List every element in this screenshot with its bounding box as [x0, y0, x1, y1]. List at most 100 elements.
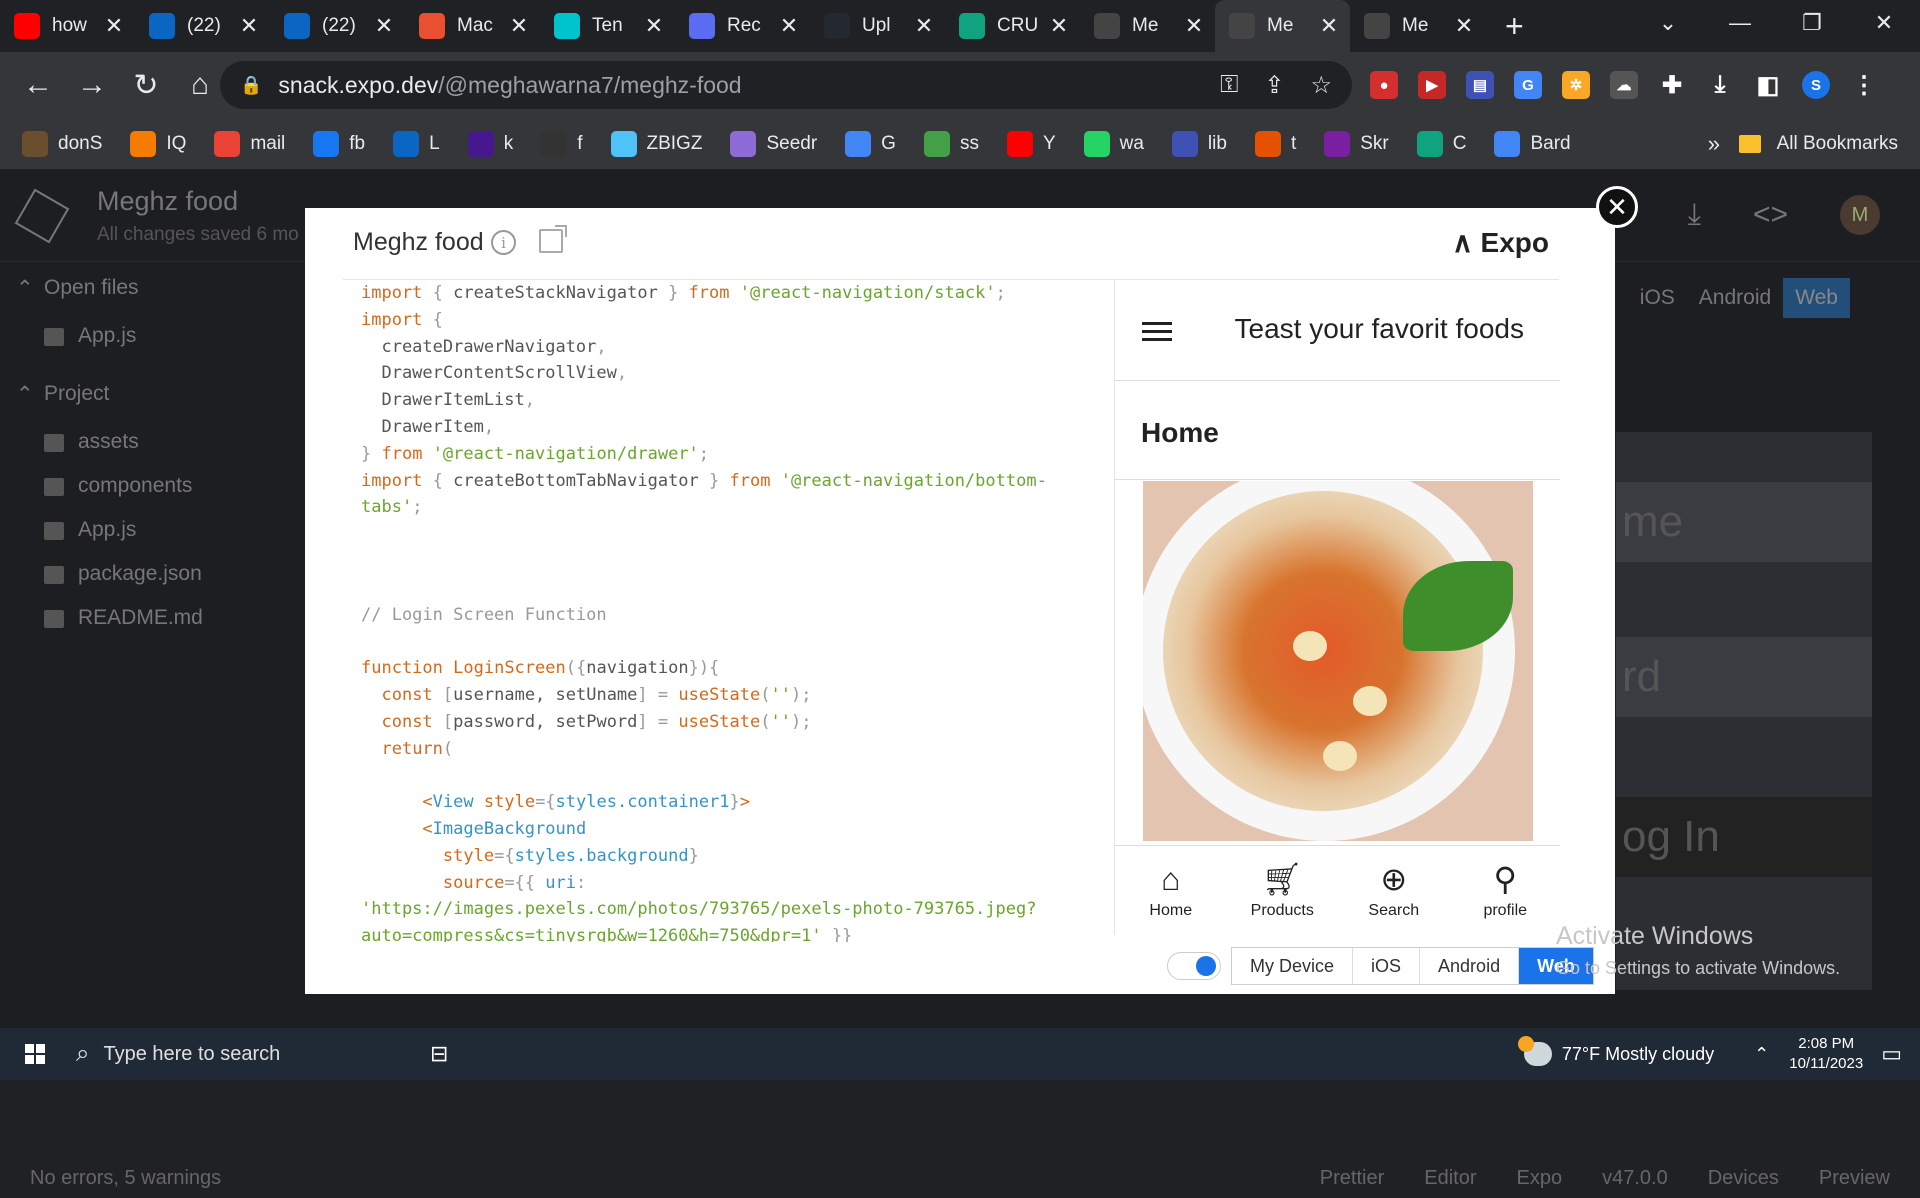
save-extension-icon[interactable]: ▤ — [1466, 71, 1494, 99]
taskbar-search[interactable]: ⌕ Type here to search — [70, 1028, 410, 1080]
bookmark-item[interactable]: ZBIGZ — [610, 130, 702, 157]
open-files-header[interactable]: Open files — [0, 262, 305, 314]
device-ios[interactable]: iOS — [1353, 948, 1421, 984]
task-view-icon[interactable]: ⊟ — [430, 1041, 448, 1067]
minimize-button[interactable]: — — [1704, 0, 1776, 46]
preview-toggle[interactable]: Preview — [1819, 1167, 1890, 1190]
close-tab-icon[interactable]: ✕ — [776, 13, 802, 39]
browser-tab[interactable]: how ✕ — [0, 0, 135, 52]
browser-tab[interactable]: (22) ✕ — [135, 0, 270, 52]
project-item-readme[interactable]: README.md — [0, 596, 305, 640]
warnings-status[interactable]: No errors, 5 warnings — [30, 1167, 221, 1190]
browser-tab[interactable]: Ten ✕ — [540, 0, 675, 52]
close-tab-icon[interactable]: ✕ — [371, 13, 397, 39]
info-icon[interactable]: i — [491, 230, 516, 255]
puzzle-icon[interactable]: ✚ — [1658, 71, 1686, 99]
tab-search-icon[interactable]: ⌄ — [1632, 0, 1704, 46]
close-tab-icon[interactable]: ✕ — [236, 13, 262, 39]
tab-search[interactable]: ⊕ Search — [1338, 846, 1450, 935]
clock[interactable]: 2:08 PM 10/11/2023 — [1789, 1034, 1863, 1074]
weather-widget[interactable]: 77°F Mostly cloudy — [1517, 1036, 1714, 1066]
bookmark-item[interactable]: ss — [923, 130, 979, 157]
back-button[interactable]: ← — [14, 61, 62, 109]
adblock-icon[interactable]: ● — [1370, 71, 1398, 99]
sidepanel-icon[interactable]: ◧ — [1754, 71, 1782, 99]
close-tab-icon[interactable]: ✕ — [911, 13, 937, 39]
close-window-button[interactable]: ✕ — [1848, 0, 1920, 46]
close-tab-icon[interactable]: ✕ — [1316, 13, 1342, 39]
bookmark-item[interactable]: mail — [214, 130, 285, 157]
hamburger-menu-icon[interactable] — [1142, 322, 1172, 342]
preview-toggle-switch[interactable] — [1167, 952, 1221, 980]
project-header[interactable]: Project — [0, 368, 305, 420]
expo-logo[interactable]: ∧ Expo — [1452, 226, 1549, 259]
bookmark-item[interactable]: G — [845, 130, 896, 157]
browser-tab[interactable]: Rec ✕ — [675, 0, 810, 52]
all-bookmarks-button[interactable]: All Bookmarks — [1738, 133, 1898, 155]
bookmark-item[interactable]: k — [467, 130, 513, 157]
bookmark-item[interactable]: Y — [1006, 130, 1056, 157]
tab-home[interactable]: ⌂ Home — [1115, 846, 1227, 935]
home-button[interactable]: ⌂ — [176, 61, 224, 109]
bookmark-item[interactable]: f — [541, 130, 583, 157]
bookmark-item[interactable]: donS — [22, 130, 102, 157]
project-item-package[interactable]: package.json — [0, 552, 305, 596]
project-item-assets[interactable]: assets — [0, 420, 305, 464]
bookmark-item[interactable]: Bard — [1494, 130, 1571, 157]
editor-settings[interactable]: Editor — [1424, 1167, 1476, 1190]
tab-ios[interactable]: iOS — [1628, 278, 1687, 318]
download-project-icon[interactable]: ⤓ — [1688, 198, 1701, 232]
notifications-icon[interactable]: ▭ — [1881, 1041, 1902, 1067]
new-tab-button[interactable]: + — [1505, 8, 1524, 45]
user-avatar[interactable]: M — [1840, 195, 1880, 235]
bookmark-item[interactable]: lib — [1171, 130, 1227, 157]
close-tab-icon[interactable]: ✕ — [641, 13, 667, 39]
close-tab-icon[interactable]: ✕ — [101, 13, 127, 39]
tab-profile[interactable]: ⚲ profile — [1450, 846, 1561, 935]
open-file-item[interactable]: App.js — [0, 314, 305, 358]
close-modal-button[interactable]: ✕ — [1596, 186, 1638, 228]
project-item-appjs[interactable]: App.js — [0, 508, 305, 552]
bookmark-item[interactable]: fb — [313, 130, 365, 157]
video-extension-icon[interactable]: ▶ — [1418, 71, 1446, 99]
download-icon[interactable]: ⤓ — [1706, 71, 1734, 99]
browser-tab[interactable]: Me ✕ — [1215, 0, 1350, 52]
embed-code-icon[interactable]: <> — [1753, 198, 1788, 232]
bookmark-item[interactable]: t — [1254, 130, 1296, 157]
tab-web[interactable]: Web — [1783, 278, 1850, 318]
device-android[interactable]: Android — [1420, 948, 1520, 984]
share-icon[interactable]: ⇪ — [1264, 71, 1284, 100]
sdk-version-select[interactable]: v47.0.0 — [1602, 1167, 1668, 1190]
star-icon[interactable]: ☆ — [1310, 71, 1332, 100]
menu-kebab-icon[interactable]: ⋮ — [1850, 71, 1878, 99]
address-bar[interactable]: 🔒 snack.expo.dev/@meghawarna7/meghz-food… — [220, 61, 1352, 109]
browser-tab[interactable]: Me ✕ — [1080, 0, 1215, 52]
bookmark-item[interactable]: C — [1416, 130, 1466, 157]
close-tab-icon[interactable]: ✕ — [1451, 13, 1477, 39]
bookmark-item[interactable]: wa — [1083, 130, 1144, 157]
browser-tab[interactable]: Upl ✕ — [810, 0, 945, 52]
close-tab-icon[interactable]: ✕ — [506, 13, 532, 39]
bookmark-item[interactable]: Skr — [1324, 130, 1389, 157]
bookmark-item[interactable]: IQ — [130, 130, 186, 157]
tray-chevron-icon[interactable]: ⌃ — [1754, 1044, 1769, 1065]
cloud-extension-icon[interactable]: ☁ — [1610, 71, 1638, 99]
code-viewer[interactable]: import { createStackNavigator } from '@r… — [343, 280, 1111, 942]
close-tab-icon[interactable]: ✕ — [1046, 13, 1072, 39]
devices-button[interactable]: Devices — [1708, 1167, 1779, 1190]
reload-button[interactable]: ↻ — [122, 61, 170, 109]
restore-button[interactable]: ❐ — [1776, 0, 1848, 46]
project-item-components[interactable]: components — [0, 464, 305, 508]
start-button[interactable] — [0, 1044, 70, 1064]
browser-tab[interactable]: CRU ✕ — [945, 0, 1080, 52]
honey-extension-icon[interactable]: ✲ — [1562, 71, 1590, 99]
browser-tab[interactable]: (22) ✕ — [270, 0, 405, 52]
translate-extension-icon[interactable]: G — [1514, 71, 1542, 99]
tab-android[interactable]: Android — [1687, 278, 1783, 318]
prettier-toggle[interactable]: Prettier — [1320, 1167, 1384, 1190]
browser-tab[interactable]: Mac ✕ — [405, 0, 540, 52]
tab-products[interactable]: 🛒︎ Products — [1227, 846, 1339, 935]
browser-tab[interactable]: Me ✕ — [1350, 0, 1485, 52]
device-my-device[interactable]: My Device — [1232, 948, 1354, 984]
forward-button[interactable]: → — [68, 61, 116, 109]
